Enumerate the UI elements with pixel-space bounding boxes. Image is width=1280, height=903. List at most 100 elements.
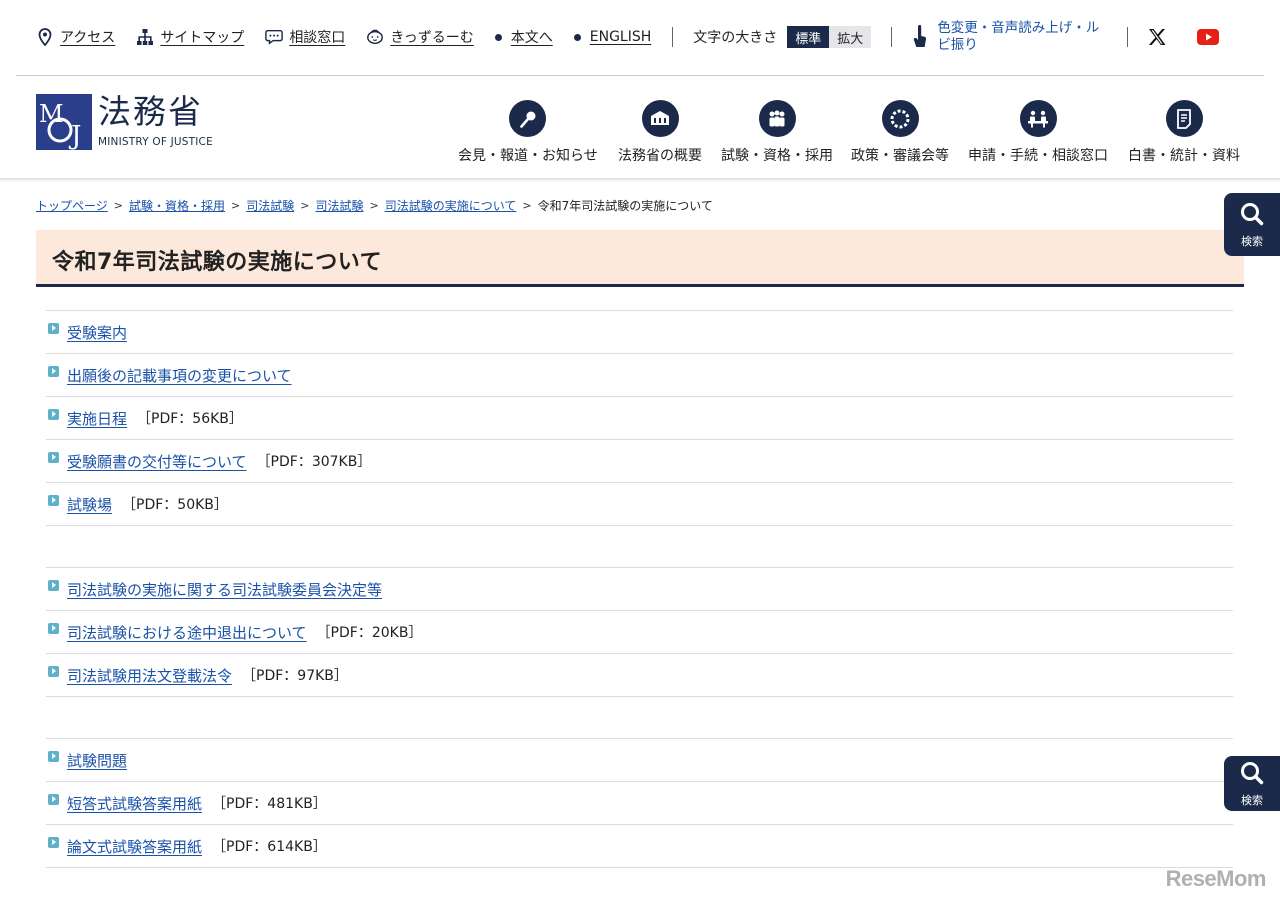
logo-text: 法務省 MINISTRY OF JUSTICE xyxy=(98,94,213,149)
nav-exams[interactable]: 試験・資格・採用 xyxy=(721,100,833,165)
watermark-logo: ReseMom xyxy=(1165,866,1267,891)
font-size-large-button[interactable]: 拡大 xyxy=(829,26,872,48)
doc-link[interactable]: 試験場 xyxy=(67,494,112,515)
logo-english: MINISTRY OF JUSTICE xyxy=(98,136,213,148)
arrow-bullet-icon xyxy=(48,494,59,506)
divider xyxy=(1127,27,1129,47)
sitemap-link[interactable]: サイトマップ xyxy=(136,27,244,47)
arrow-bullet-icon xyxy=(48,365,59,377)
breadcrumb-bar-exam-2[interactable]: 司法試験 xyxy=(315,197,363,214)
utility-divider xyxy=(16,75,1264,76)
skip-to-content-link[interactable]: 本文へ xyxy=(494,27,553,47)
divider xyxy=(672,27,674,47)
doc-link[interactable]: 司法試験における途中退出について xyxy=(67,622,307,643)
chevron-right-icon: > xyxy=(113,199,123,212)
doc-link[interactable]: 司法試験の実施に関する司法試験委員会決定等 xyxy=(67,579,382,600)
consult-label: 相談窓口 xyxy=(289,30,346,46)
list-item: 出願後の記載事項の変更について xyxy=(46,354,1233,397)
link-group: 司法試験の実施に関する司法試験委員会決定等 司法試験における途中退出について ［… xyxy=(46,567,1233,697)
list-item: 試験場 ［PDF：50KB］ xyxy=(46,483,1233,526)
nav-policy[interactable]: 政策・審議会等 xyxy=(851,100,949,165)
kids-face-icon xyxy=(366,28,384,46)
chat-bubble-icon xyxy=(265,28,284,46)
link-group: 試験問題 短答式試験答案用紙 ［PDF：481KB］ 論文式試験答案用紙 ［PD… xyxy=(46,738,1233,868)
global-nav: 会見・報道・お知らせ 法務省の概要 試験・資格・採用 政策・審議会等 申請・手続… xyxy=(450,100,1260,170)
list-item: 試験問題 xyxy=(46,739,1233,782)
arrow-bullet-icon xyxy=(48,836,59,848)
doc-link[interactable]: 司法試験用法文登載法令 xyxy=(67,665,232,686)
list-item: 司法試験の実施に関する司法試験委員会決定等 xyxy=(46,568,1233,611)
nav-label: 政策・審議会等 xyxy=(851,148,949,164)
nav-label: 申請・手続・相談窓口 xyxy=(968,148,1108,164)
breadcrumb-implementation[interactable]: 司法試験の実施について xyxy=(385,197,517,214)
access-label: アクセス xyxy=(60,30,116,46)
font-size-label: 文字の大きさ xyxy=(693,30,778,46)
youtube-icon[interactable] xyxy=(1197,29,1220,45)
list-item: 実施日程 ［PDF：56KB］ xyxy=(46,397,1233,440)
social-links xyxy=(1148,28,1220,46)
doc-link[interactable]: 出願後の記載事項の変更について xyxy=(67,365,292,386)
svg-text:J: J xyxy=(68,121,81,150)
arrow-bullet-icon xyxy=(48,451,59,463)
building-icon xyxy=(641,100,679,137)
kids-room-link[interactable]: きっずるーむ xyxy=(366,27,474,47)
english-label: ENGLISH xyxy=(589,29,652,45)
microphone-icon xyxy=(509,100,547,137)
list-item: 司法試験における途中退出について ［PDF：20KB］ xyxy=(46,611,1233,654)
doc-link[interactable]: 実施日程 xyxy=(67,408,127,429)
sitemap-icon xyxy=(136,28,154,46)
header-shadow xyxy=(0,178,1280,182)
arrow-bullet-icon xyxy=(48,408,59,420)
floating-search-button[interactable]: 検索 xyxy=(1224,756,1280,811)
doc-link[interactable]: 論文式試験答案用紙 xyxy=(67,836,202,857)
nav-whitepapers[interactable]: 白書・統計・資料 xyxy=(1128,100,1240,165)
font-size-standard-button[interactable]: 標準 xyxy=(787,26,830,48)
list-item: 受験願書の交付等について ［PDF：307KB］ xyxy=(46,440,1233,483)
arrow-bullet-icon xyxy=(48,793,59,805)
file-size: ［PDF：20KB］ xyxy=(316,625,423,641)
skip-to-content-label: 本文へ xyxy=(510,30,553,46)
search-icon xyxy=(1239,201,1265,231)
access-link[interactable]: アクセス xyxy=(36,27,115,47)
arrow-bullet-icon xyxy=(48,665,59,677)
doc-link[interactable]: 短答式試験答案用紙 xyxy=(67,793,202,814)
doc-link[interactable]: 受験願書の交付等について xyxy=(67,451,247,472)
search-label: 検索 xyxy=(1241,793,1263,807)
nav-procedures[interactable]: 申請・手続・相談窓口 xyxy=(968,100,1108,165)
breadcrumb-home[interactable]: トップページ xyxy=(36,197,108,214)
sitemap-label: サイトマップ xyxy=(160,30,245,46)
list-item: 短答式試験答案用紙 ［PDF：481KB］ xyxy=(46,782,1233,825)
breadcrumb-current: 令和7年司法試験の実施について xyxy=(537,199,713,213)
file-size: ［PDF：97KB］ xyxy=(242,668,348,684)
file-size: ［PDF：614KB］ xyxy=(212,839,327,855)
consult-link[interactable]: 相談窓口 xyxy=(265,27,345,47)
utility-links: アクセス サイトマップ 相談窓口 きっずるーむ 本文へ ENGLISH 文字の大… xyxy=(36,20,1220,54)
search-label: 検索 xyxy=(1241,234,1263,248)
floating-search-button[interactable]: 検索 xyxy=(1224,193,1280,256)
accessibility-tools-label: 色変更・音声読み上げ・ルビ振り xyxy=(937,20,1100,53)
doc-link[interactable]: 試験問題 xyxy=(67,750,127,771)
chevron-right-icon: > xyxy=(369,199,379,212)
breadcrumb-bar-exam[interactable]: 司法試験 xyxy=(246,197,294,214)
chevron-right-icon: > xyxy=(231,199,241,212)
search-icon xyxy=(1239,760,1265,790)
english-link[interactable]: ENGLISH xyxy=(573,29,652,45)
arrow-bullet-icon xyxy=(48,579,59,591)
accessibility-tools-link[interactable]: 色変更・音声読み上げ・ルビ振り xyxy=(912,20,1107,54)
arrow-bullet-icon xyxy=(48,622,59,634)
file-size: ［PDF：56KB］ xyxy=(137,411,243,427)
doc-link[interactable]: 受験案内 xyxy=(67,322,127,343)
site-logo[interactable]: M J 法務省 MINISTRY OF JUSTICE xyxy=(36,94,213,151)
nav-about[interactable]: 法務省の概要 xyxy=(618,100,702,165)
list-item: 受験案内 xyxy=(46,311,1233,354)
desk-icon xyxy=(1019,100,1057,137)
breadcrumb-exams[interactable]: 試験・資格・採用 xyxy=(129,197,225,214)
page-title: 令和7年司法試験の実施について xyxy=(52,250,383,275)
x-twitter-icon[interactable] xyxy=(1148,28,1166,46)
kids-room-label: きっずるーむ xyxy=(390,30,474,46)
nav-press[interactable]: 会見・報道・お知らせ xyxy=(458,100,598,165)
breadcrumb: トップページ > 試験・資格・採用 > 司法試験 > 司法試験 > 司法試験の実… xyxy=(36,197,713,214)
map-pin-icon xyxy=(36,28,54,46)
